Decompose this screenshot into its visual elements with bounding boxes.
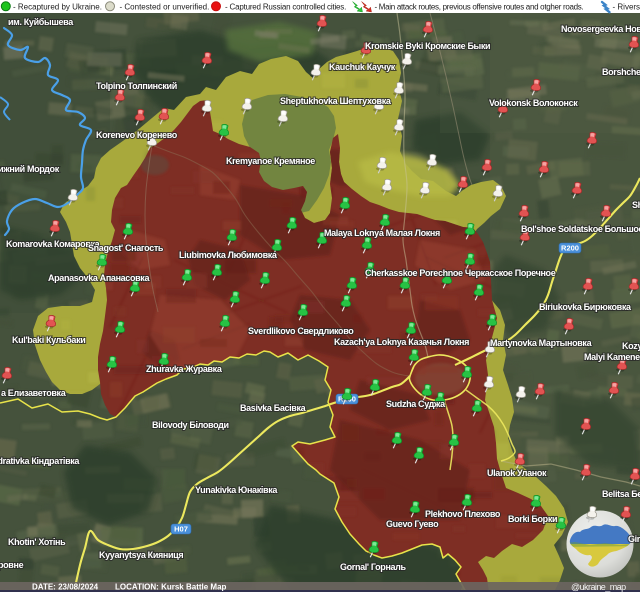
svg-text:Ulanok Уланок: Ulanok Уланок xyxy=(487,468,547,478)
svg-text:Snagost' Снагость: Snagost' Снагость xyxy=(88,243,164,253)
svg-text:Kindrativka Кіндратівка: Kindrativka Кіндратівка xyxy=(0,456,80,466)
svg-text:Biriukovka Бирюковка: Biriukovka Бирюковка xyxy=(539,302,632,312)
svg-text:Apanasovka Апанасовка: Apanasovka Апанасовка xyxy=(48,273,150,283)
svg-text:Нижний Мордок: Нижний Мордок xyxy=(0,164,60,174)
svg-text:LOCATION: Kursk Battle Map: LOCATION: Kursk Battle Map xyxy=(115,583,227,592)
svg-text:Kul'baki Кульбаки: Kul'baki Кульбаки xyxy=(12,335,85,345)
svg-text:Kyyanytsya Кияниця: Kyyanytsya Кияниця xyxy=(99,550,183,560)
svg-text:Plekhovo Плехово: Plekhovo Плехово xyxy=(425,509,501,519)
svg-text:Guevo Гуево: Guevo Гуево xyxy=(386,519,439,529)
svg-text:Sheptukhovka Шептуховка: Sheptukhovka Шептуховка xyxy=(280,96,392,106)
svg-text:Khotin' Хотінь: Khotin' Хотінь xyxy=(8,537,66,547)
svg-text:Martynovka Мартыновка: Martynovka Мартыновка xyxy=(490,338,593,348)
svg-text:Malyi Kamenets: Malyi Kamenets xyxy=(584,352,640,362)
svg-text:им. Куйбышева: им. Куйбышева xyxy=(8,17,74,27)
svg-text:Zhuravka Журавка: Zhuravka Журавка xyxy=(146,364,223,374)
svg-text:Tolpino Толпинский: Tolpino Толпинский xyxy=(96,81,177,91)
svg-text:Volokonsk Волоконск: Volokonsk Волоконск xyxy=(489,98,578,108)
svg-text:Belitsa Белица: Belitsa Белица xyxy=(602,489,640,499)
svg-text:R200: R200 xyxy=(561,244,579,253)
svg-text:- Contested or unverified.: - Contested or unverified. xyxy=(120,2,210,11)
svg-text:Sh: Sh xyxy=(632,200,640,210)
svg-text:H07: H07 xyxy=(174,525,188,534)
svg-text:Bilovody Біловоди: Bilovody Біловоди xyxy=(152,420,229,430)
svg-text:Gornal' Горналь: Gornal' Горналь xyxy=(340,562,407,572)
svg-text:Sverdlikovo Свердликово: Sverdlikovo Свердликово xyxy=(248,326,354,336)
svg-text:Sudzha Суджа: Sudzha Суджа xyxy=(386,399,446,409)
svg-text:- Recaptured by Ukraine.: - Recaptured by Ukraine. xyxy=(13,2,102,11)
svg-text:Basivka Басівка: Basivka Басівка xyxy=(240,403,307,413)
svg-text:Gir: Gir xyxy=(628,534,640,544)
svg-text:Cherkasskoe Porechnoe Черкасск: Cherkasskoe Porechnoe Черкасское Поречно… xyxy=(365,268,556,278)
svg-text:Kazach'ya Loknya Казачья Локня: Kazach'ya Loknya Казачья Локня xyxy=(334,337,469,347)
svg-text:Kromskie Byki Кромские Быки: Kromskie Byki Кромские Быки xyxy=(365,41,490,51)
svg-text:ровне: ровне xyxy=(0,560,24,570)
svg-text:- Main attack routes, previous: - Main attack routes, previous offensive… xyxy=(375,2,584,11)
svg-text:Borshchen Борщень: Borshchen Борщень xyxy=(602,67,640,77)
svg-text:Bol'shoe Soldatskoe Большое Со: Bol'shoe Soldatskoe Большое Солдатское xyxy=(521,224,640,234)
svg-text:DATE: 23/08/2024: DATE: 23/08/2024 xyxy=(32,583,99,592)
svg-text:Kremyanoe Кремяное: Kremyanoe Кремяное xyxy=(226,156,315,166)
svg-text:Malaya Loknya Малая Локня: Malaya Loknya Малая Локня xyxy=(324,228,440,238)
svg-text:Novosergeevka Новосергеевка: Novosergeevka Новосергеевка xyxy=(561,24,640,34)
svg-text:Borki Борки: Borki Борки xyxy=(508,514,557,524)
svg-text:Kozyrevka: Kozyrevka xyxy=(622,341,640,351)
svg-text:Yunakivka Юнаківка: Yunakivka Юнаківка xyxy=(195,485,278,495)
svg-text:- Rivers: - Rivers xyxy=(613,2,640,11)
svg-text:Komarovka Комаровка: Komarovka Комаровка xyxy=(6,239,101,249)
svg-text:Liubimovka Любимовка: Liubimovka Любимовка xyxy=(179,250,278,260)
svg-text:Korenevo Коренево: Korenevo Коренево xyxy=(96,130,178,140)
svg-text:а Елизаветовка: а Елизаветовка xyxy=(1,388,67,398)
svg-text:Kauchuk Каучук: Kauchuk Каучук xyxy=(329,62,396,72)
svg-text:- Captured Russian controlled: - Captured Russian controlled cities. xyxy=(225,2,346,11)
svg-text:@ukraine_map: @ukraine_map xyxy=(571,582,626,592)
